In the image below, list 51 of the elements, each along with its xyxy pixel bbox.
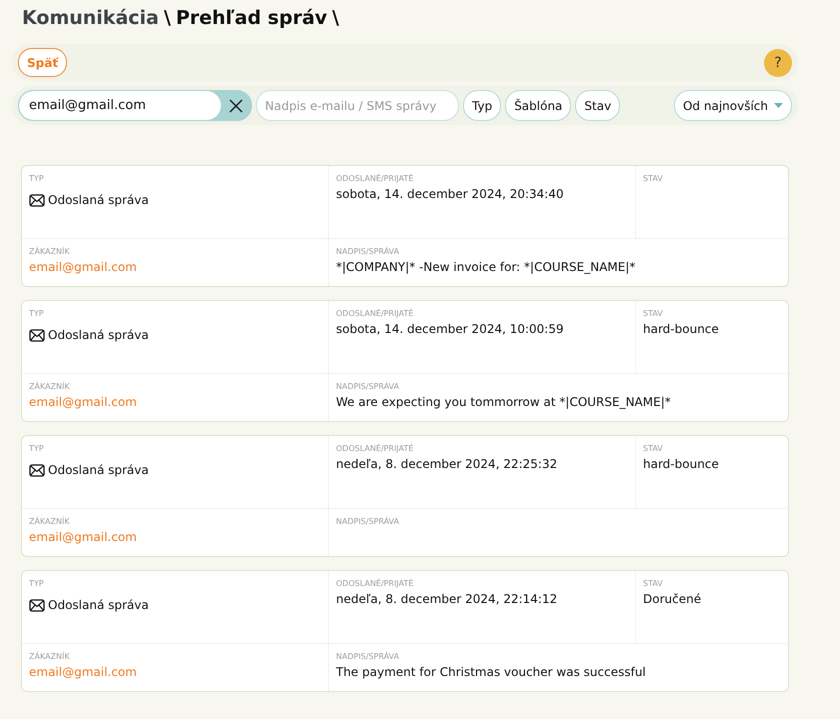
sent-date: sobota, 14. december 2024, 10:00:59: [336, 322, 564, 336]
email-filter-field[interactable]: email@gmail.com: [18, 90, 252, 121]
field-label: NADPIS/SPRÁVA: [336, 247, 400, 256]
field-label: STAV: [643, 579, 664, 588]
envelope-icon: [29, 464, 45, 476]
field-label: TYP: [29, 444, 45, 453]
status-text: Doručené: [643, 592, 702, 606]
status-text: hard-bounce: [643, 457, 719, 471]
page-title: Prehľad správ: [176, 7, 328, 29]
field-label: ODOSLANÉ/PRIJATÉ: [336, 309, 414, 318]
caret-icon: [774, 103, 783, 108]
message-subject: The payment for Christmas voucher was successful: [336, 665, 646, 679]
field-label: ODOSLANÉ/PRIJATÉ: [336, 174, 414, 183]
message-type: Odoslaná správa: [48, 193, 149, 207]
field-label: ZÁKAZNÍK: [29, 247, 71, 256]
field-label: ZÁKAZNÍK: [29, 517, 71, 526]
sent-date: nedeľa, 8. december 2024, 22:25:32: [336, 457, 558, 471]
field-label: NADPIS/SPRÁVA: [336, 652, 400, 661]
message-type: Odoslaná správa: [48, 463, 149, 477]
field-label: ODOSLANÉ/PRIJATÉ: [336, 444, 414, 453]
filter-button[interactable]: Stav: [575, 90, 620, 121]
field-label: TYP: [29, 174, 45, 183]
envelope-icon: [29, 328, 45, 342]
field-label: TYP: [29, 309, 45, 318]
breadcrumb-separator: \: [332, 7, 340, 29]
envelope-icon: [29, 598, 45, 612]
subject-search-field[interactable]: Nadpis e-mailu / SMS správy: [256, 90, 459, 121]
sent-date: sobota, 14. december 2024, 20:34:40: [336, 187, 564, 201]
field-label: STAV: [643, 309, 664, 318]
message-type: Odoslaná správa: [48, 328, 149, 342]
breadcrumb-link[interactable]: Komunikácia: [22, 7, 159, 29]
status-text: hard-bounce: [643, 322, 719, 336]
field-label: ZÁKAZNÍK: [29, 382, 71, 391]
envelope-icon: [29, 194, 45, 206]
field-label: STAV: [643, 444, 664, 453]
filter-button[interactable]: Šablóna: [505, 90, 572, 121]
field-label: NADPIS/SPRÁVA: [336, 517, 400, 526]
field-label: NADPIS/SPRÁVA: [336, 382, 400, 391]
close-icon: [229, 98, 243, 112]
sent-date: nedeľa, 8. december 2024, 22:14:12: [336, 592, 558, 606]
help-button[interactable]: ?: [764, 48, 792, 76]
message-subject: *|COMPANY|* -New invoice for: *|COURSE_NAME|*: [336, 260, 636, 274]
message-subject: We are expecting you tommorrow at *|COURSE_NAME|*: [336, 395, 671, 409]
sort-dropdown[interactable]: Od najnovších: [674, 90, 792, 121]
field-label: ZÁKAZNÍK: [29, 652, 71, 661]
field-label: ODOSLANÉ/PRIJATÉ: [336, 579, 414, 588]
breadcrumb-separator: \: [164, 7, 171, 29]
field-label: STAV: [643, 174, 664, 183]
field-label: TYP: [29, 579, 45, 588]
message-type: Odoslaná správa: [48, 598, 149, 612]
filter-button[interactable]: Typ: [463, 90, 502, 121]
